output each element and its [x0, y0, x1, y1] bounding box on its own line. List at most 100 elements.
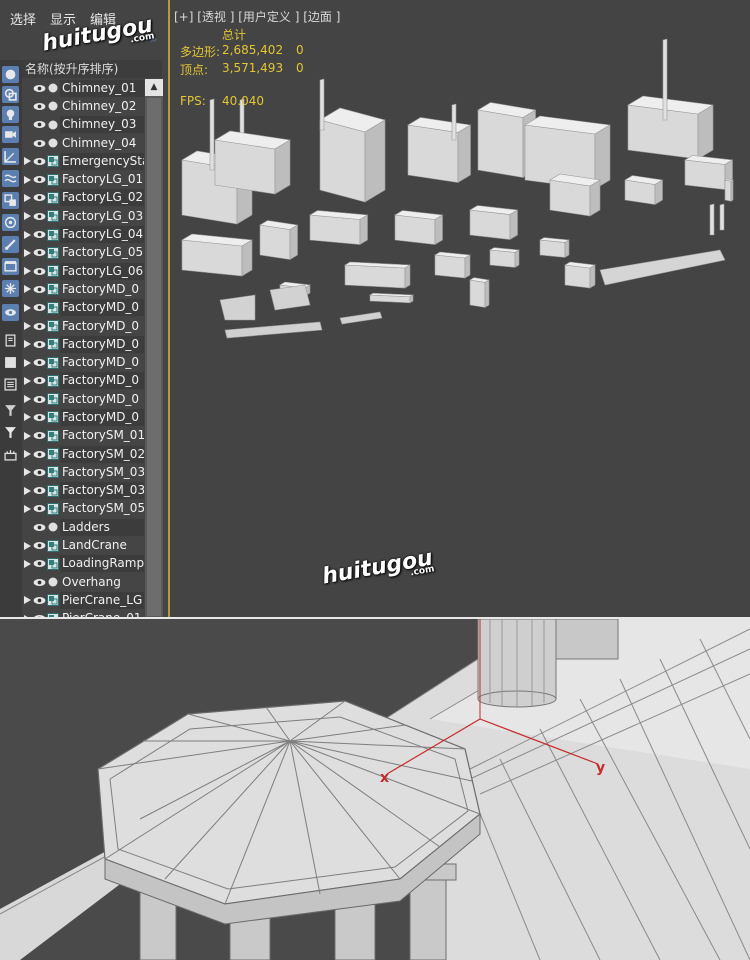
camera-filter-icon[interactable]: [2, 126, 19, 143]
visibility-eye-icon[interactable]: [32, 262, 46, 280]
visibility-eye-icon[interactable]: [32, 427, 46, 445]
expand-arrow-icon[interactable]: [22, 463, 32, 481]
expand-arrow-icon[interactable]: [22, 372, 32, 390]
list-item[interactable]: FactoryMD_0: [22, 280, 144, 298]
visibility-eye-icon[interactable]: [32, 482, 46, 500]
list-item[interactable]: FactoryLG_04: [22, 225, 144, 244]
select-all-icon[interactable]: [2, 354, 19, 371]
list-item[interactable]: FactoryMD_0: [22, 299, 144, 317]
geometry-filter-icon[interactable]: [2, 66, 19, 83]
visibility-eye-icon[interactable]: [32, 97, 46, 115]
list-item[interactable]: PierCrane_01: [22, 610, 144, 617]
list-item[interactable]: FactoryLG_02: [22, 189, 144, 207]
visibility-eye-icon[interactable]: [32, 244, 46, 262]
list-item[interactable]: FactorySM_01: [22, 427, 144, 445]
name-column-header[interactable]: 名称(按升序排序): [22, 60, 162, 78]
visibility-eye-icon[interactable]: [32, 116, 46, 134]
xref-filter-icon[interactable]: [2, 214, 19, 231]
expand-arrow-icon[interactable]: [22, 427, 32, 445]
list-item[interactable]: FactoryMD_0: [22, 408, 144, 426]
list-item[interactable]: FactorySM_03: [22, 463, 144, 481]
scroll-thumb[interactable]: [147, 98, 161, 616]
expand-arrow-icon[interactable]: [22, 244, 32, 262]
visibility-eye-icon[interactable]: [32, 79, 46, 97]
particle-filter-icon[interactable]: [2, 280, 19, 297]
expand-arrow-icon[interactable]: [22, 317, 32, 335]
list-item[interactable]: Chimney_02: [22, 97, 144, 115]
list-item[interactable]: PierCrane_LG: [22, 591, 144, 609]
list-item[interactable]: FactoryMD_0: [22, 335, 144, 353]
list-scrollbar[interactable]: ▲: [145, 79, 163, 617]
expand-arrow-icon[interactable]: [22, 482, 32, 500]
list-item[interactable]: Overhang: [22, 573, 144, 591]
filter-settings-icon[interactable]: [2, 402, 19, 419]
visibility-eye-icon[interactable]: [32, 280, 46, 298]
visibility-eye-icon[interactable]: [32, 390, 46, 408]
visibility-eye-icon[interactable]: [32, 189, 46, 207]
visibility-eye-icon[interactable]: [32, 335, 46, 353]
visibility-eye-icon[interactable]: [32, 555, 46, 573]
visibility-eye-icon[interactable]: [32, 500, 46, 518]
visibility-eye-icon[interactable]: [32, 299, 46, 317]
list-item[interactable]: FactoryLG_03: [22, 207, 144, 225]
expand-arrow-icon[interactable]: [22, 171, 32, 189]
visibility-eye-icon[interactable]: [32, 463, 46, 481]
expand-arrow-icon[interactable]: [22, 262, 32, 280]
visibility-eye-icon[interactable]: [32, 518, 46, 536]
list-view-icon[interactable]: [2, 376, 19, 393]
visibility-eye-icon[interactable]: [32, 134, 46, 152]
lock-toggle-icon[interactable]: [2, 446, 19, 463]
expand-arrow-icon[interactable]: [22, 408, 32, 426]
menu-display[interactable]: 显示: [50, 9, 76, 28]
visibility-filter-icon[interactable]: [2, 304, 19, 321]
visibility-eye-icon[interactable]: [32, 152, 46, 170]
expand-arrow-icon[interactable]: [22, 207, 32, 225]
list-item[interactable]: FactoryMD_0: [22, 372, 144, 390]
list-item[interactable]: LandCrane: [22, 536, 144, 555]
list-item[interactable]: FactoryMD_0: [22, 317, 144, 335]
visibility-eye-icon[interactable]: [32, 408, 46, 426]
visibility-eye-icon[interactable]: [32, 573, 46, 591]
scroll-up-button[interactable]: ▲: [145, 79, 163, 96]
list-item[interactable]: FactoryLG_05: [22, 244, 144, 262]
list-item[interactable]: FactoryLG_01: [22, 170, 144, 189]
list-item[interactable]: Ladders: [22, 518, 144, 536]
list-item[interactable]: Chimney_04: [22, 134, 144, 152]
light-filter-icon[interactable]: [2, 106, 19, 123]
visibility-eye-icon[interactable]: [32, 354, 46, 372]
viewport-label-menu[interactable]: [+] [透视 ] [用户定义 ] [边面 ]: [174, 8, 340, 25]
group-filter-icon[interactable]: [2, 192, 19, 209]
list-item[interactable]: FactoryMD_0: [22, 353, 144, 372]
expand-arrow-icon[interactable]: [22, 354, 32, 372]
expand-arrow-icon[interactable]: [22, 500, 32, 518]
container-filter-icon[interactable]: [2, 258, 19, 275]
visibility-eye-icon[interactable]: [32, 445, 46, 463]
list-item[interactable]: FactorySM_02: [22, 445, 144, 463]
list-item[interactable]: FactoryMD_0: [22, 390, 144, 408]
expand-arrow-icon[interactable]: [22, 591, 32, 609]
list-item[interactable]: Chimney_01: [22, 79, 144, 97]
visibility-eye-icon[interactable]: [32, 317, 46, 335]
funnel-icon[interactable]: [2, 424, 19, 441]
list-item[interactable]: LoadingRamp: [22, 555, 144, 573]
helper-filter-icon[interactable]: [2, 148, 19, 165]
visibility-eye-icon[interactable]: [32, 591, 46, 609]
visibility-eye-icon[interactable]: [32, 610, 46, 617]
expand-arrow-icon[interactable]: [22, 226, 32, 244]
expand-arrow-icon[interactable]: [22, 390, 32, 408]
layer-manager-icon[interactable]: [2, 332, 19, 349]
bone-filter-icon[interactable]: [2, 236, 19, 253]
visibility-eye-icon[interactable]: [32, 226, 46, 244]
expand-arrow-icon[interactable]: [22, 280, 32, 298]
visibility-eye-icon[interactable]: [32, 537, 46, 555]
closeup-viewport[interactable]: x y: [0, 619, 750, 960]
perspective-viewport[interactable]: [+] [透视 ] [用户定义 ] [边面 ] 总计 多边形: 2,685,40…: [168, 0, 750, 617]
expand-arrow-icon[interactable]: [22, 555, 32, 573]
list-item[interactable]: FactoryLG_06: [22, 262, 144, 280]
menu-select[interactable]: 选择: [10, 9, 36, 28]
list-item[interactable]: Chimney_03: [22, 116, 144, 134]
visibility-eye-icon[interactable]: [32, 171, 46, 189]
expand-arrow-icon[interactable]: [22, 445, 32, 463]
shape-filter-icon[interactable]: [2, 86, 19, 103]
spacewarp-filter-icon[interactable]: [2, 170, 19, 187]
